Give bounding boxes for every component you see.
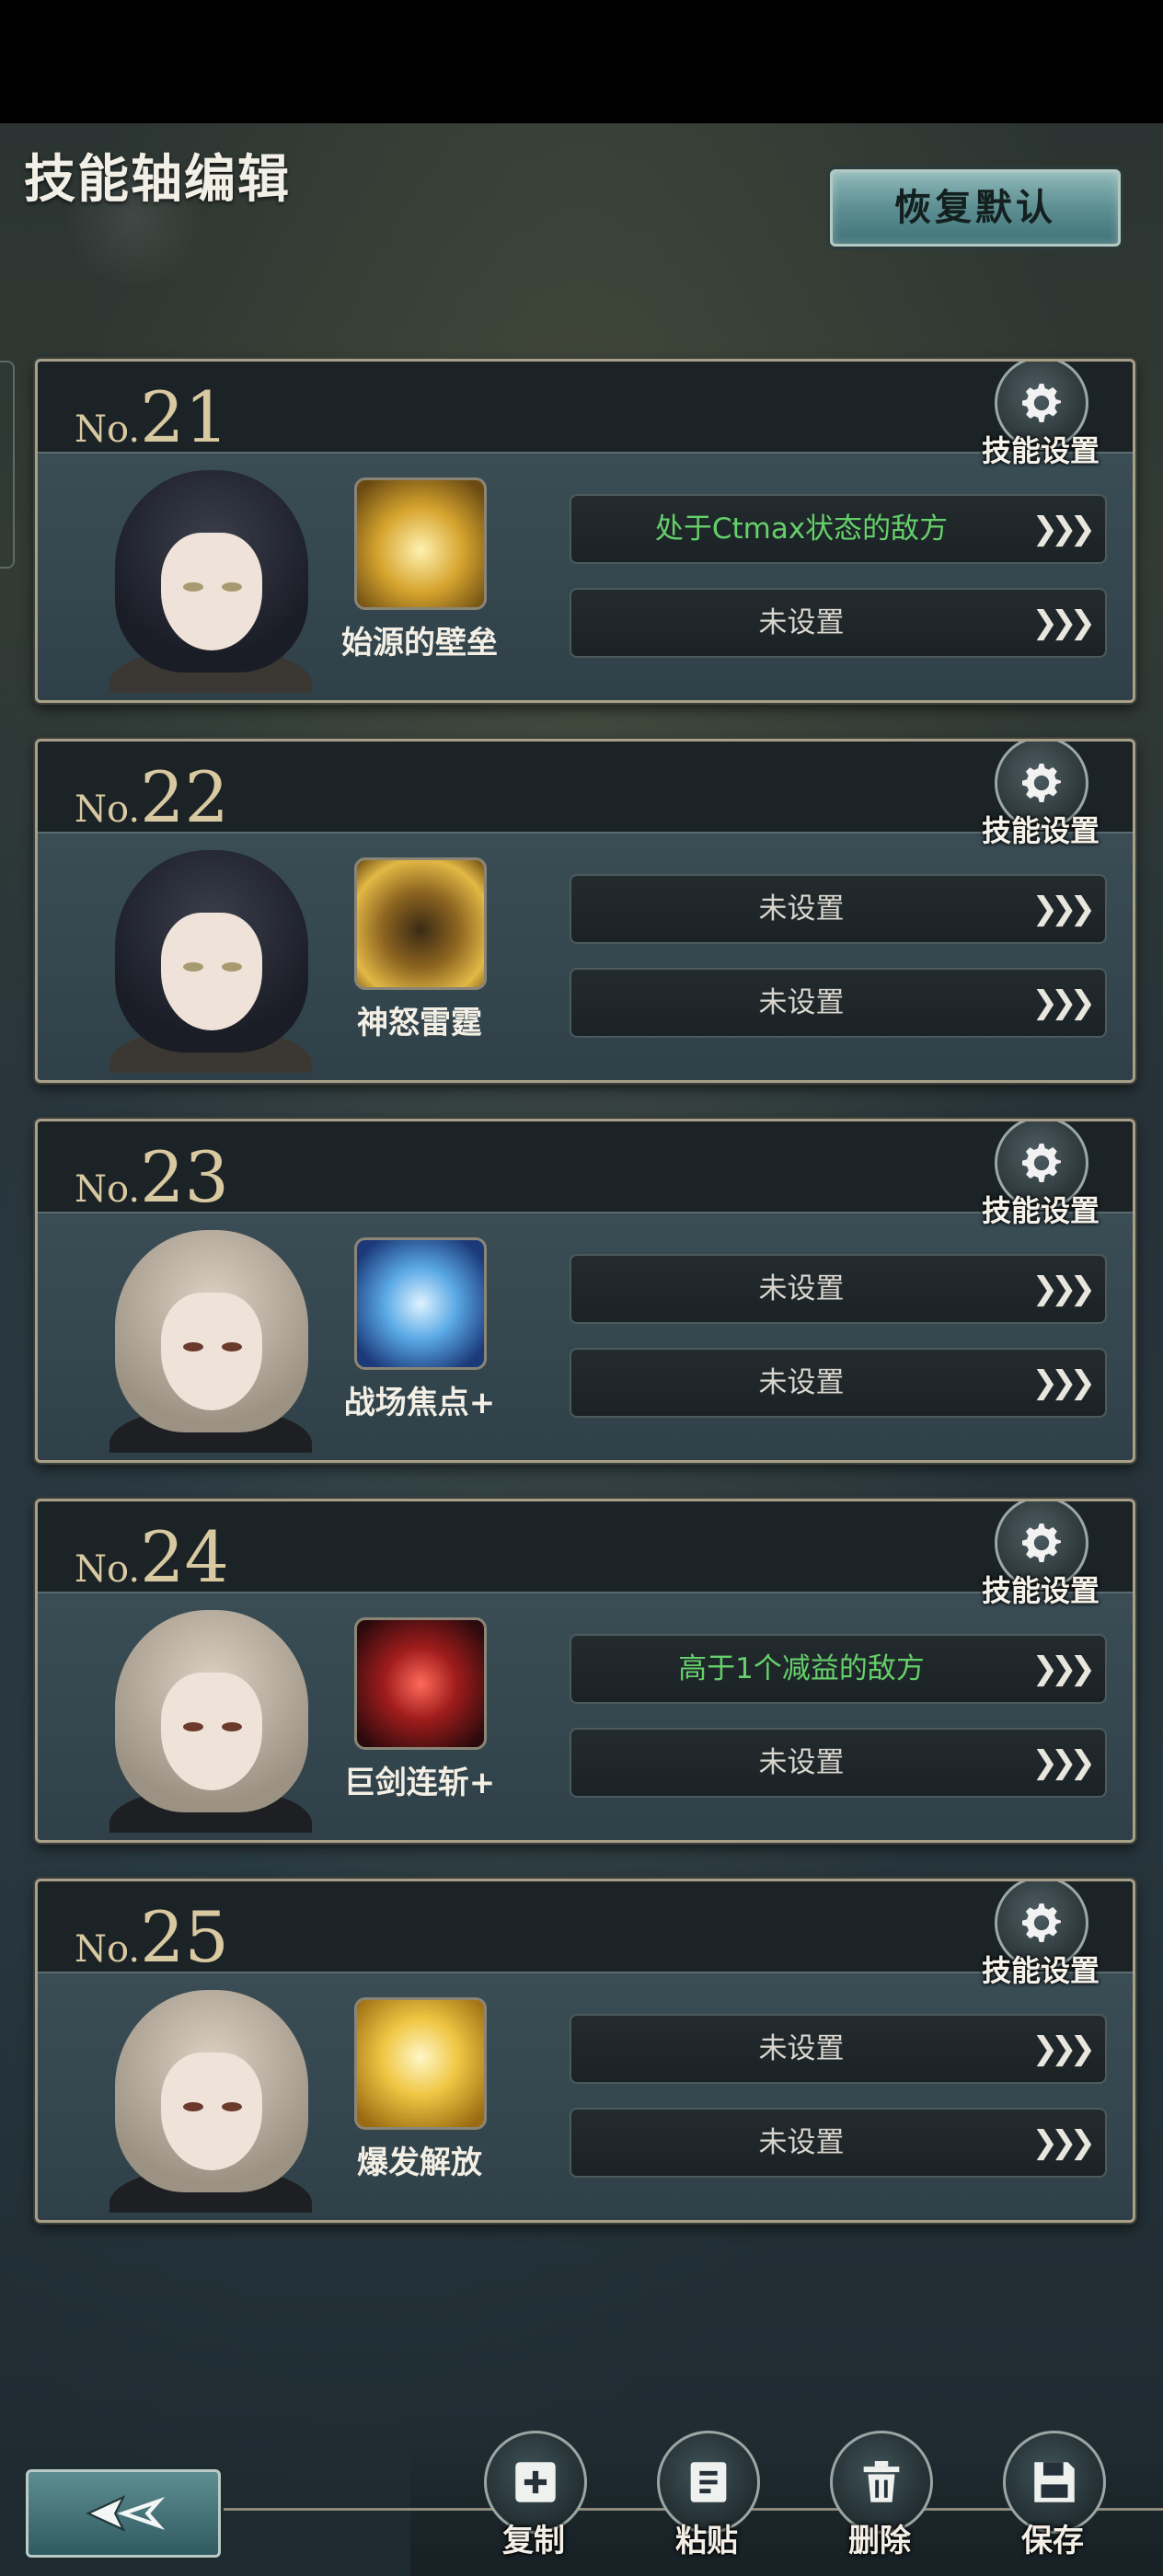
condition-1-button[interactable]: 处于Ctmax状态的敌方 ❯❯❯ <box>570 494 1107 564</box>
triple-arrow-icon: ❯❯❯ <box>1031 984 1097 1021</box>
condition-1-button[interactable]: 高于1个减益的敌方 ❯❯❯ <box>570 1634 1107 1704</box>
skill-name: 巨剑连斩+ <box>343 1765 496 1801</box>
triple-arrow-icon: ❯❯❯ <box>1031 604 1097 641</box>
skill-settings-label[interactable]: 技能设置 <box>967 1948 1114 1990</box>
triple-arrow-icon: ❯❯❯ <box>1031 511 1097 547</box>
skill-name: 始源的壁垒 <box>341 625 498 661</box>
paste-button[interactable]: 粘贴 <box>651 2431 762 2576</box>
condition-1-button[interactable]: 未设置 ❯❯❯ <box>570 874 1107 944</box>
skill-settings-label[interactable]: 技能设置 <box>967 808 1114 850</box>
status-bar <box>0 0 1163 123</box>
condition-2-button[interactable]: 未设置 ❯❯❯ <box>570 1728 1107 1798</box>
skill-settings-label[interactable]: 技能设置 <box>967 1188 1114 1230</box>
skill-name: 战场焦点+ <box>343 1385 496 1421</box>
character-portrait[interactable] <box>91 843 332 1073</box>
condition-text: 未设置 <box>758 892 845 926</box>
triple-arrow-icon: ❯❯❯ <box>1031 2030 1097 2067</box>
crimson-sword-icon[interactable] <box>354 1617 487 1750</box>
skill-name: 爆发解放 <box>357 2145 482 2181</box>
condition-text: 未设置 <box>758 606 845 639</box>
triple-arrow-icon: ❯❯❯ <box>1031 1744 1097 1781</box>
condition-text: 未设置 <box>758 986 845 1019</box>
skill-card-23: No.23 技能设置 战场焦点+ 未设置 ❯❯❯ 未设置 ❯❯❯ <box>35 1119 1135 1463</box>
skill-settings-label[interactable]: 技能设置 <box>967 428 1114 470</box>
condition-text: 高于1个减益的敌方 <box>678 1652 925 1685</box>
page-title: 技能轴编辑 <box>24 150 291 210</box>
golden-barrier-icon[interactable] <box>354 477 487 610</box>
triple-arrow-icon: ❯❯❯ <box>1031 1364 1097 1401</box>
ice-shield-icon[interactable] <box>354 1237 487 1370</box>
triple-arrow-icon: ❯❯❯ <box>1031 1271 1097 1307</box>
condition-2-button[interactable]: 未设置 ❯❯❯ <box>570 588 1107 658</box>
condition-text: 未设置 <box>758 1272 845 1305</box>
back-arrow-icon <box>86 2495 165 2532</box>
condition-1-button[interactable]: 未设置 ❯❯❯ <box>570 2014 1107 2084</box>
condition-text: 未设置 <box>758 2126 845 2159</box>
condition-text: 未设置 <box>758 1746 845 1779</box>
skill-name: 神怒雷霆 <box>357 1005 482 1041</box>
condition-text: 未设置 <box>758 2032 845 2065</box>
condition-text: 处于Ctmax状态的敌方 <box>654 512 949 546</box>
save-button[interactable]: 保存 <box>997 2431 1108 2576</box>
character-portrait[interactable] <box>91 463 332 693</box>
skill-card-22: No.22 技能设置 神怒雷霆 未设置 ❯❯❯ 未设置 ❯❯❯ <box>35 739 1135 1083</box>
delete-button[interactable]: 删除 <box>824 2431 935 2576</box>
triple-arrow-icon: ❯❯❯ <box>1031 1650 1097 1687</box>
character-portrait[interactable] <box>91 1603 332 1833</box>
card-number: No.23 <box>75 1136 229 1218</box>
skill-settings-label[interactable]: 技能设置 <box>967 1568 1114 1610</box>
card-number: No.22 <box>75 756 229 838</box>
character-portrait[interactable] <box>91 1223 332 1453</box>
card-number: No.25 <box>75 1896 229 1978</box>
triple-arrow-icon: ❯❯❯ <box>1031 2124 1097 2161</box>
skill-card-25: No.25 技能设置 爆发解放 未设置 ❯❯❯ 未设置 ❯❯❯ <box>35 1879 1135 2223</box>
card-number: No.24 <box>75 1516 229 1598</box>
condition-1-button[interactable]: 未设置 ❯❯❯ <box>570 1254 1107 1324</box>
skill-card-24: No.24 技能设置 巨剑连斩+ 高于1个减益的敌方 ❯❯❯ 未设置 ❯❯❯ <box>35 1499 1135 1843</box>
card-number: No.21 <box>75 376 229 458</box>
side-tab[interactable] <box>0 361 15 569</box>
restore-default-button[interactable]: 恢复默认 <box>830 169 1121 247</box>
character-portrait[interactable] <box>91 1983 332 2213</box>
skill-card-21: No.21 技能设置 始源的壁垒 处于Ctmax状态的敌方 ❯❯❯ 未设置 ❯❯… <box>35 359 1135 703</box>
condition-text: 未设置 <box>758 1366 845 1399</box>
condition-2-button[interactable]: 未设置 ❯❯❯ <box>570 968 1107 1038</box>
back-button[interactable] <box>26 2469 221 2558</box>
thunder-rock-icon[interactable] <box>354 857 487 990</box>
condition-2-button[interactable]: 未设置 ❯❯❯ <box>570 2108 1107 2178</box>
copy-button[interactable]: 复制 <box>478 2431 589 2576</box>
condition-2-button[interactable]: 未设置 ❯❯❯ <box>570 1348 1107 1418</box>
golden-burst-icon[interactable] <box>354 1997 487 2130</box>
triple-arrow-icon: ❯❯❯ <box>1031 891 1097 927</box>
